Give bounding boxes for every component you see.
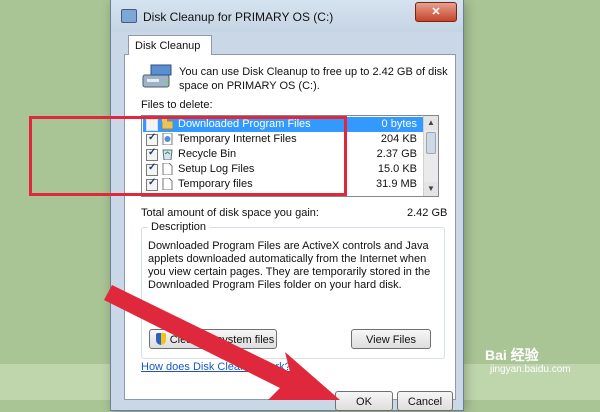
clean-up-system-files-button[interactable]: Clean up system files	[149, 329, 277, 349]
internet-files-icon	[162, 133, 173, 145]
scroll-down-icon[interactable]: ▼	[424, 182, 438, 196]
file-category-size: 2.37 GB	[376, 148, 417, 160]
checkbox[interactable]	[146, 132, 158, 146]
list-item[interactable]: Temporary Internet Files 204 KB	[143, 132, 423, 147]
file-category-name: Downloaded Program Files	[178, 118, 311, 130]
total-space-label: Total amount of disk space you gain:	[141, 207, 319, 219]
scroll-thumb[interactable]	[426, 132, 436, 154]
clean-up-system-files-label: Clean up system files	[169, 334, 275, 346]
recycle-bin-icon	[162, 149, 173, 160]
list-item[interactable]: Setup Log Files 15.0 KB	[143, 162, 423, 177]
files-to-delete-list[interactable]: Downloaded Program Files 0 bytes Tempora…	[141, 115, 439, 197]
checkbox[interactable]	[146, 162, 158, 176]
checkbox[interactable]	[146, 177, 158, 191]
file-category-name: Recycle Bin	[178, 148, 237, 160]
tab-disk-cleanup[interactable]: Disk Cleanup	[128, 35, 212, 55]
ok-button[interactable]: OK	[335, 391, 393, 411]
watermark-brand: Bai 经验	[485, 347, 539, 363]
list-item[interactable]: Recycle Bin 2.37 GB	[143, 147, 423, 162]
folder-icon	[162, 119, 173, 130]
file-category-size: 204 KB	[380, 133, 417, 145]
list-item[interactable]: Downloaded Program Files 0 bytes	[143, 117, 423, 132]
file-category-name: Temporary files	[178, 178, 253, 190]
window-title: Disk Cleanup for PRIMARY OS (C:)	[143, 10, 334, 24]
file-category-size: 15.0 KB	[377, 163, 417, 175]
file-icon	[162, 163, 173, 175]
close-button[interactable]: ✕	[415, 2, 457, 22]
uac-shield-icon	[156, 333, 166, 345]
disk-cleanup-panel: You can use Disk Cleanup to free up to 2…	[124, 54, 456, 411]
scroll-up-icon[interactable]: ▲	[424, 116, 438, 130]
file-category-size: 31.9 MB	[376, 178, 417, 190]
files-to-delete-label: Files to delete:	[141, 99, 213, 111]
file-category-name: Setup Log Files	[178, 163, 255, 175]
disk-cleanup-window: Disk Cleanup for PRIMARY OS (C:) ✕ Disk …	[110, 0, 464, 411]
description-legend: Description	[148, 221, 210, 233]
checkbox[interactable]	[146, 147, 158, 161]
file-category-name: Temporary Internet Files	[178, 133, 297, 145]
list-scrollbar[interactable]: ▲ ▼	[423, 116, 438, 196]
intro-text: You can use Disk Cleanup to free up to 2…	[179, 66, 448, 92]
view-files-button[interactable]: View Files	[351, 329, 431, 349]
list-item[interactable]: Temporary files 31.9 MB	[143, 177, 423, 192]
watermark-url: jingyan.baidu.com	[490, 364, 571, 375]
title-bar[interactable]: Disk Cleanup for PRIMARY OS (C:) ✕	[111, 0, 463, 32]
file-icon	[162, 178, 173, 190]
file-category-size: 0 bytes	[381, 118, 417, 130]
disk-cleanup-app-icon	[121, 9, 137, 23]
description-text: Downloaded Program Files are ActiveX con…	[148, 240, 431, 291]
help-link[interactable]: How does Disk Cleanup work?	[141, 361, 291, 373]
checkbox[interactable]	[146, 119, 158, 131]
computer-drive-icon	[142, 64, 172, 88]
cancel-button[interactable]: Cancel	[397, 391, 453, 411]
total-space-value: 2.42 GB	[407, 207, 448, 219]
